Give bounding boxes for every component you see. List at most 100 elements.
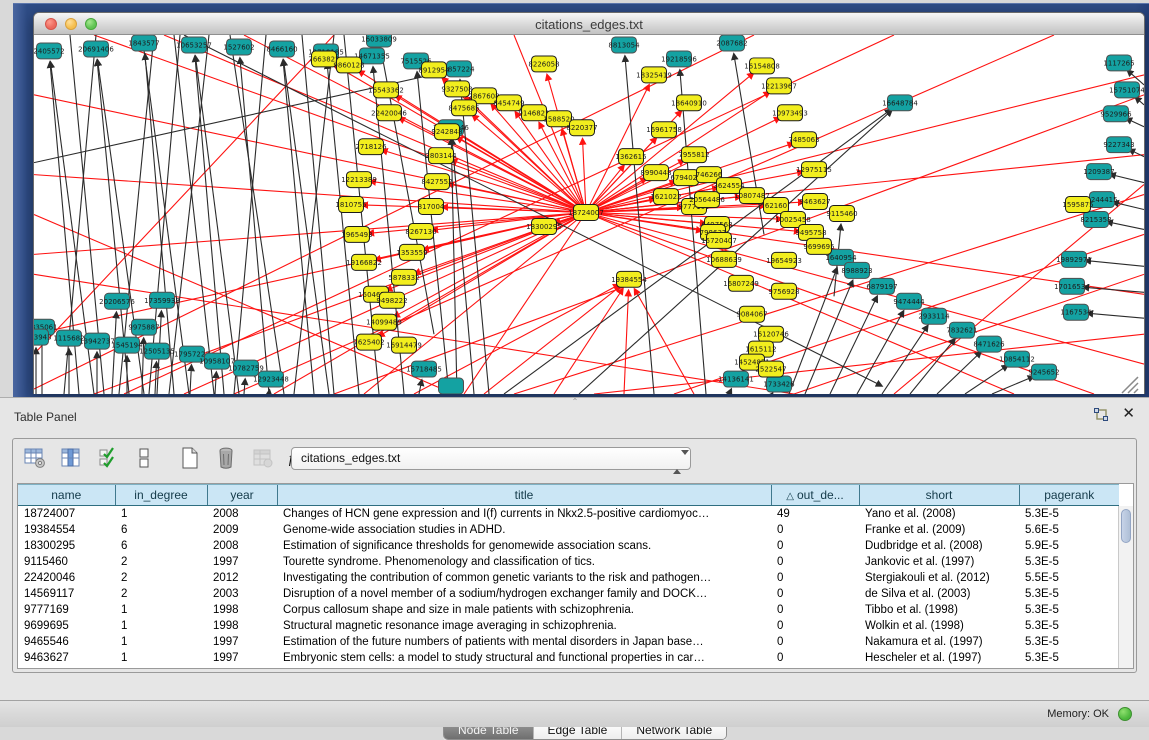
vertical-scrollbar[interactable] <box>1118 506 1133 668</box>
black-edge[interactable] <box>155 362 156 394</box>
black-edge[interactable] <box>283 60 329 394</box>
black-edge[interactable] <box>283 60 314 394</box>
table-cell[interactable]: 9699695 <box>18 618 115 634</box>
table-source-combobox[interactable]: citations_edges.txt <box>291 447 691 470</box>
table-cell[interactable]: Dudbridge et al. (2008) <box>859 538 1019 554</box>
black-edge[interactable] <box>419 380 422 394</box>
table-cell[interactable]: 0 <box>771 602 859 618</box>
float-window-icon[interactable] <box>1094 408 1109 422</box>
black-edge[interactable] <box>1087 313 1144 318</box>
table-cell[interactable]: 5.3E-5 <box>1019 506 1119 522</box>
black-edge[interactable] <box>190 365 191 394</box>
black-edge[interactable] <box>1085 260 1144 266</box>
table-cell[interactable]: Hescheler et al. (1997) <box>859 650 1019 666</box>
column-header-year[interactable]: year <box>207 485 277 506</box>
table-cell[interactable]: 1997 <box>207 650 277 666</box>
black-edge[interactable] <box>1107 222 1144 230</box>
red-edge[interactable] <box>554 289 623 394</box>
black-edge[interactable] <box>195 56 239 394</box>
table-cell[interactable]: 0 <box>771 538 859 554</box>
table-cell[interactable]: 1 <box>115 506 207 522</box>
table-cell[interactable]: 18724007 <box>18 506 115 522</box>
panel-resize-handle[interactable]: ⌃ <box>570 399 580 405</box>
table-cell[interactable]: Jankovic et al. (1997) <box>859 554 1019 570</box>
table-cell[interactable]: Corpus callosum shape and size in male p… <box>277 602 771 618</box>
table-cell[interactable]: 1 <box>115 602 207 618</box>
network-view-window[interactable]: citations_edges.txt 24055722069140618435… <box>33 12 1145 394</box>
black-edge[interactable] <box>244 379 245 394</box>
black-edge[interactable] <box>805 280 853 394</box>
table-row[interactable]: 1938455462009Genome-wide association stu… <box>18 522 1119 538</box>
table-cell[interactable]: 2 <box>115 570 207 586</box>
table-cell[interactable]: Nakamura et al. (1997) <box>859 634 1019 650</box>
black-edge[interactable] <box>625 56 654 394</box>
red-edge[interactable] <box>634 289 694 394</box>
table-cell[interactable]: 5.6E-5 <box>1019 522 1119 538</box>
table-cell[interactable]: 19384554 <box>18 522 115 538</box>
table-cell[interactable]: 0 <box>771 522 859 538</box>
table-cell[interactable]: Investigating the contribution of common… <box>277 570 771 586</box>
black-edge[interactable] <box>992 376 1034 394</box>
black-edge[interactable] <box>215 372 216 394</box>
table-cell[interactable]: 9465546 <box>18 634 115 650</box>
table-cell[interactable]: 2003 <box>207 586 277 602</box>
black-edge[interactable] <box>174 35 214 394</box>
table-row[interactable]: 946362711997Embryonic stem cells: a mode… <box>18 650 1119 666</box>
column-header-title[interactable]: title <box>277 485 771 506</box>
scrollbar-thumb[interactable] <box>1121 509 1131 543</box>
black-edge[interactable] <box>112 312 116 394</box>
citation-network-graph[interactable]: 2405572206914061843577106532571527602846… <box>34 35 1144 394</box>
close-icon[interactable]: ✕ <box>1122 406 1135 422</box>
table-cell[interactable]: 22420046 <box>18 570 115 586</box>
table-row[interactable]: 969969511998Structural magnetic resonanc… <box>18 618 1119 634</box>
select-columns-icon[interactable] <box>95 446 121 472</box>
graph-node[interactable] <box>439 378 464 394</box>
table-cell[interactable]: 1997 <box>207 554 277 570</box>
table-cell[interactable]: 1 <box>115 618 207 634</box>
column-view-icon[interactable] <box>58 446 84 472</box>
table-cell[interactable]: Tibbo et al. (1998) <box>859 602 1019 618</box>
table-cell[interactable]: 6 <box>115 538 207 554</box>
table-settings-icon[interactable] <box>22 446 48 472</box>
black-edge[interactable] <box>230 35 284 394</box>
row-height-icon[interactable] <box>131 446 157 472</box>
table-row[interactable]: 1872400712008Changes of HCN gene express… <box>18 506 1119 522</box>
table-cell[interactable]: 9463627 <box>18 650 115 666</box>
red-edge[interactable] <box>34 35 334 354</box>
table-cell[interactable]: Genome-wide association studies in ADHD. <box>277 522 771 538</box>
table-cell[interactable]: 9777169 <box>18 602 115 618</box>
table-cell[interactable]: Wolkin et al. (1998) <box>859 618 1019 634</box>
table-cell[interactable]: 5.3E-5 <box>1019 602 1119 618</box>
table-cell[interactable]: Yano et al. (2008) <box>859 506 1019 522</box>
table-cell[interactable]: 1 <box>115 634 207 650</box>
table-cell[interactable]: Estimation of the future numbers of pati… <box>277 634 771 650</box>
table-cell[interactable]: 1997 <box>207 634 277 650</box>
table-row[interactable]: 977716911998Corpus callosum shape and si… <box>18 602 1119 618</box>
table-cell[interactable]: 2012 <box>207 570 277 586</box>
table-cell[interactable]: 0 <box>771 586 859 602</box>
table-cell[interactable]: 1998 <box>207 602 277 618</box>
table-cell[interactable]: 0 <box>771 554 859 570</box>
import-table-icon[interactable] <box>250 446 276 472</box>
column-header-in_degree[interactable]: in_degree <box>115 485 207 506</box>
red-edge[interactable] <box>34 213 586 335</box>
table-cell[interactable]: 1 <box>115 650 207 666</box>
table-cell[interactable]: Embryonic stem cells: a model to study s… <box>277 650 771 666</box>
table-cell[interactable]: 14569117 <box>18 586 115 602</box>
table-cell[interactable]: Franke et al. (2009) <box>859 522 1019 538</box>
delete-table-icon[interactable] <box>213 446 239 472</box>
table-cell[interactable]: 5.3E-5 <box>1019 618 1119 634</box>
table-row[interactable]: 1456911722003Disruption of a novel membe… <box>18 586 1119 602</box>
black-edge[interactable] <box>1110 174 1144 182</box>
column-header-pagerank[interactable]: pagerank <box>1019 485 1119 506</box>
table-cell[interactable]: 49 <box>771 506 859 522</box>
table-cell[interactable]: Estimation of significance thresholds fo… <box>277 538 771 554</box>
table-cell[interactable]: 9115460 <box>18 554 115 570</box>
resize-grip-icon[interactable] <box>1122 377 1138 393</box>
memory-status-icon[interactable] <box>1118 707 1132 721</box>
black-edge[interactable] <box>882 325 928 394</box>
table-cell[interactable]: Structural magnetic resonance image aver… <box>277 618 771 634</box>
table-cell[interactable]: 0 <box>771 618 859 634</box>
table-cell[interactable]: 2009 <box>207 522 277 538</box>
black-edge[interactable] <box>451 139 457 394</box>
